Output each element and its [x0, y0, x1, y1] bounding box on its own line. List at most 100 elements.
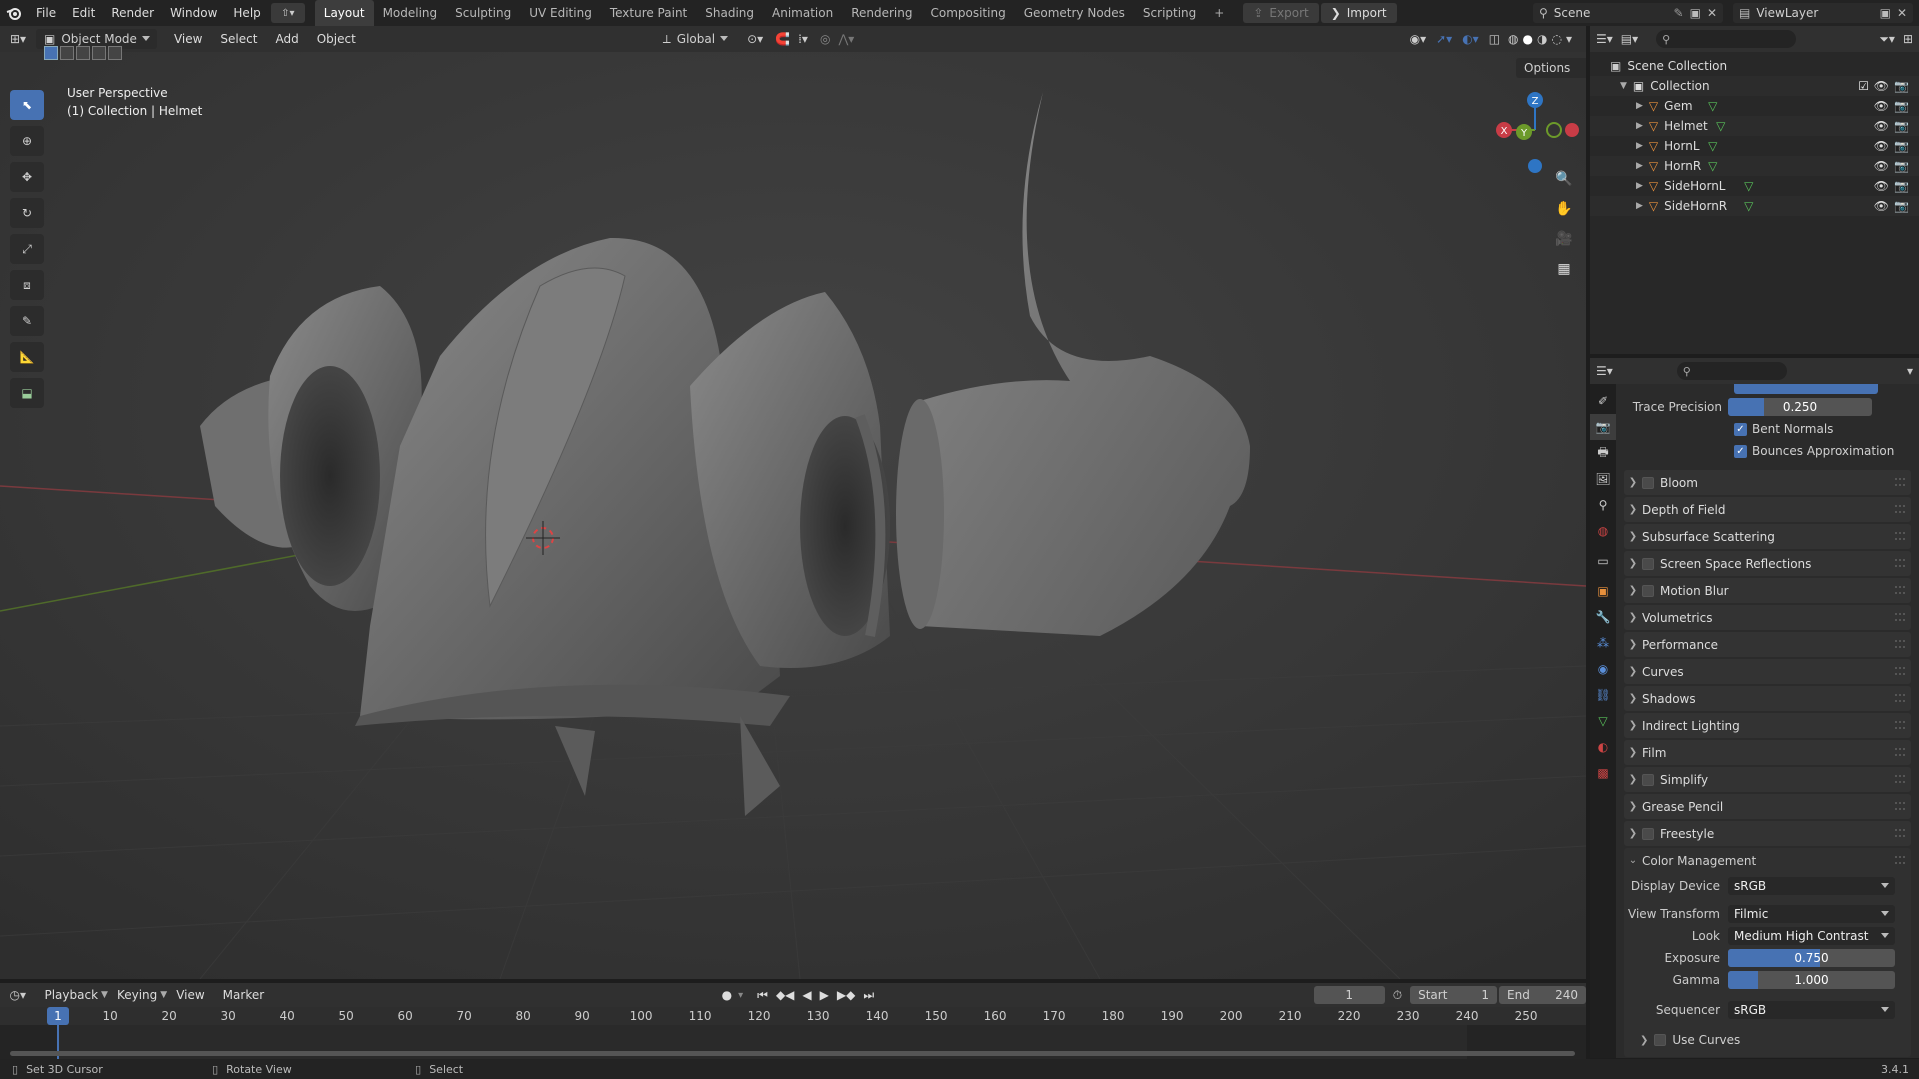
collection-tab-icon[interactable]: ▭: [1590, 548, 1616, 574]
jump-end-icon[interactable]: ⏭: [863, 988, 874, 1003]
snap-target-icon[interactable]: ⁞▾: [798, 32, 808, 46]
expand-arrow-icon[interactable]: ▶: [1636, 201, 1643, 211]
pan-hand-icon[interactable]: ✋: [1551, 196, 1577, 222]
expand-arrow-icon[interactable]: ▶: [1636, 161, 1643, 171]
tab-sculpting[interactable]: Sculpting: [446, 0, 520, 26]
snap-icon[interactable]: 🧲: [775, 32, 790, 46]
gamma-slider[interactable]: 1.000: [1728, 971, 1895, 989]
current-frame-field[interactable]: 1: [1313, 986, 1385, 1004]
texture-tab-icon[interactable]: ▩: [1590, 760, 1616, 786]
measure-tool[interactable]: 📐: [10, 342, 44, 372]
viewlayer-selector[interactable]: ▤ ViewLayer ▣ ✕: [1733, 3, 1913, 23]
gizmo-toggle-icon[interactable]: ➚▾: [1436, 32, 1452, 46]
drag-grip-icon[interactable]: [1895, 505, 1905, 513]
select-extend-icon[interactable]: [60, 46, 74, 60]
panel-indirect-lighting[interactable]: ❯ Indirect Lighting: [1624, 713, 1911, 738]
outliner-object-hornl[interactable]: ▶ ▽ HornL ▽ 👁 📷: [1590, 136, 1919, 156]
freestyle-checkbox[interactable]: [1642, 827, 1654, 840]
exclude-checkbox-icon[interactable]: ☑: [1858, 79, 1869, 93]
panel-depth-of-field[interactable]: ❯ Depth of Field: [1624, 497, 1911, 522]
annotate-tool[interactable]: ✎: [10, 306, 44, 336]
proportional-edit-icon[interactable]: ◎: [820, 32, 830, 46]
stopwatch-icon[interactable]: ⏱: [1393, 988, 1402, 1003]
load-ui-dropdown[interactable]: ⇧▾: [270, 3, 305, 23]
visibility-eye-icon[interactable]: 👁: [1874, 179, 1889, 193]
menu-file[interactable]: File: [28, 0, 64, 26]
3d-viewport[interactable]: ⊞▾ ▣ Object Mode View Select Add Object ⟂…: [0, 26, 1586, 979]
rotate-tool[interactable]: ↻: [10, 198, 44, 228]
tab-rendering[interactable]: Rendering: [842, 0, 921, 26]
output-tab-icon[interactable]: 🖶: [1590, 440, 1616, 466]
select-invert-icon[interactable]: [92, 46, 106, 60]
panel-subsurface-scattering[interactable]: ❯ Subsurface Scattering: [1624, 524, 1911, 549]
drag-grip-icon[interactable]: [1895, 856, 1905, 864]
outliner-collection[interactable]: ▼ ▣ Collection ☑ 👁 📷: [1590, 76, 1919, 96]
panel-simplify[interactable]: ❯ Simplify: [1624, 767, 1911, 792]
render-camera-icon[interactable]: 📷: [1894, 119, 1909, 133]
trace-precision-slider[interactable]: 0.250: [1728, 398, 1872, 416]
panel-screen-space-reflections[interactable]: ❯ Screen Space Reflections: [1624, 551, 1911, 576]
drag-grip-icon[interactable]: [1895, 586, 1905, 594]
mesh-data-icon[interactable]: ▽: [1716, 119, 1725, 133]
outliner-editor-icon[interactable]: ☰▾: [1596, 32, 1613, 46]
viewport-scene[interactable]: [0, 26, 1586, 979]
view-layer-tab-icon[interactable]: 🖼: [1590, 466, 1616, 492]
viewport-menu-add[interactable]: Add: [266, 32, 307, 46]
outliner-object-sidehornr[interactable]: ▶ ▽ SideHornR ▽ 👁 📷: [1590, 196, 1919, 216]
render-camera-icon[interactable]: 📷: [1894, 159, 1909, 173]
render-camera-icon[interactable]: 📷: [1894, 199, 1909, 213]
properties-search-input[interactable]: ⚲: [1676, 362, 1787, 380]
scene-tab-icon[interactable]: ⚲: [1590, 492, 1616, 518]
outliner-scene-collection[interactable]: ▣ Scene Collection: [1590, 56, 1919, 76]
new-viewlayer-icon[interactable]: ▣: [1880, 6, 1891, 20]
drag-grip-icon[interactable]: [1895, 640, 1905, 648]
select-box-tool[interactable]: ⬉: [10, 90, 44, 120]
jump-start-icon[interactable]: ⏮: [757, 988, 768, 1003]
drag-grip-icon[interactable]: [1895, 694, 1905, 702]
keying-set-dropdown[interactable]: ▾: [738, 990, 743, 1001]
transform-tool[interactable]: ⧈: [10, 270, 44, 300]
outliner-object-sidehornl[interactable]: ▶ ▽ SideHornL ▽ 👁 📷: [1590, 176, 1919, 196]
falloff-icon[interactable]: ⋀▾: [838, 32, 854, 46]
options-dropdown[interactable]: Options: [1516, 58, 1586, 78]
properties-options-icon[interactable]: ▾: [1907, 364, 1913, 378]
next-keyframe-icon[interactable]: ▶◆: [837, 988, 855, 1002]
panel-bloom[interactable]: ❯ Bloom: [1624, 470, 1911, 495]
visibility-eye-icon[interactable]: 👁: [1874, 79, 1889, 93]
physics-tab-icon[interactable]: ◉: [1590, 656, 1616, 682]
scene-selector[interactable]: ⚲ Scene ✎ ▣ ✕: [1533, 3, 1723, 23]
overlay-toggle-icon[interactable]: ◐▾: [1462, 32, 1479, 46]
ortho-toggle-icon[interactable]: ▦: [1551, 256, 1577, 282]
panel-film[interactable]: ❯ Film: [1624, 740, 1911, 765]
mesh-data-icon[interactable]: ▽: [1708, 99, 1717, 113]
timeline-menu-playback[interactable]: Playback: [35, 988, 107, 1002]
select-new-icon[interactable]: [44, 46, 58, 60]
mesh-data-icon[interactable]: ▽: [1708, 159, 1717, 173]
wireframe-shading-icon[interactable]: ◍: [1508, 32, 1518, 46]
particles-tab-icon[interactable]: ⁂: [1590, 630, 1616, 656]
import-button[interactable]: ❯ Import: [1320, 3, 1397, 23]
add-workspace-button[interactable]: +: [1205, 0, 1233, 26]
play-reverse-icon[interactable]: ◀: [802, 988, 811, 1002]
panel-grease-pencil[interactable]: ❯ Grease Pencil: [1624, 794, 1911, 819]
playhead[interactable]: 1: [47, 1007, 69, 1025]
delete-scene-icon[interactable]: ✕: [1707, 6, 1717, 20]
drag-grip-icon[interactable]: [1895, 775, 1905, 783]
timeline-menu-view[interactable]: View: [167, 988, 213, 1002]
timeline-menu-marker[interactable]: Marker: [214, 988, 273, 1002]
timeline-editor-icon[interactable]: ◷▾: [0, 988, 35, 1002]
menu-window[interactable]: Window: [162, 0, 225, 26]
bloom-checkbox[interactable]: [1642, 476, 1654, 489]
tab-modeling[interactable]: Modeling: [374, 0, 447, 26]
render-camera-icon[interactable]: 📷: [1894, 79, 1909, 93]
view-transform-select[interactable]: Filmic: [1728, 905, 1895, 923]
timeline-menu-keying[interactable]: Keying: [108, 988, 166, 1002]
tab-compositing[interactable]: Compositing: [921, 0, 1014, 26]
bounces-approximation-checkbox[interactable]: ✓: [1734, 444, 1747, 458]
visibility-eye-icon[interactable]: 👁: [1874, 99, 1889, 113]
rendered-shading-icon[interactable]: ◌: [1551, 32, 1561, 46]
menu-help[interactable]: Help: [225, 0, 268, 26]
panel-performance[interactable]: ❯ Performance: [1624, 632, 1911, 657]
render-tab-icon[interactable]: 📷: [1590, 414, 1616, 440]
drag-grip-icon[interactable]: [1895, 667, 1905, 675]
